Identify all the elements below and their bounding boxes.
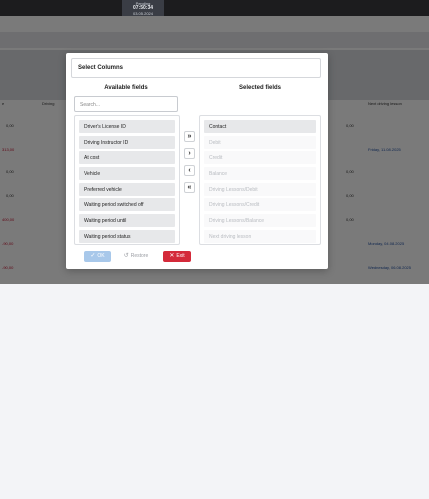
- available-field-item[interactable]: Driver's License ID: [79, 120, 175, 133]
- exit-label: Exit: [176, 253, 185, 259]
- selected-field-item[interactable]: Balance: [204, 167, 316, 180]
- available-field-item[interactable]: Waiting period switched off: [79, 198, 175, 211]
- selected-field-item[interactable]: Debit: [204, 136, 316, 149]
- top-bar: [0, 0, 429, 16]
- selected-fields-list: Contact Debit Credit Balance Driving Les…: [199, 115, 321, 245]
- restore-label: Restore: [130, 253, 149, 259]
- selected-field-item[interactable]: Contact: [204, 120, 316, 133]
- move-all-left-button[interactable]: «: [184, 182, 195, 193]
- search-input[interactable]: Search...: [74, 96, 178, 112]
- available-fields-list: Driver's License ID Driving Instructor I…: [74, 115, 180, 245]
- select-columns-dialog: Select Columns Available fields Selected…: [66, 53, 328, 269]
- selected-field-item[interactable]: Driving Lessons/Credit: [204, 198, 316, 211]
- move-all-right-button[interactable]: »: [184, 131, 195, 142]
- selected-field-item[interactable]: Next driving lesson: [204, 230, 316, 243]
- undo-icon: ↺: [123, 253, 129, 259]
- available-fields-title: Available fields: [104, 85, 148, 91]
- available-field-item[interactable]: Waiting period status: [79, 230, 175, 243]
- available-field-item[interactable]: Vehicle: [79, 167, 175, 180]
- exit-button[interactable]: ✕ Exit: [163, 251, 191, 262]
- move-left-button[interactable]: ‹: [184, 165, 195, 176]
- available-field-item[interactable]: Preferred vehicle: [79, 183, 175, 196]
- ok-label: OK: [97, 253, 105, 259]
- selected-field-item[interactable]: Credit: [204, 151, 316, 164]
- selected-field-item[interactable]: Driving Lessons/Debit: [204, 183, 316, 196]
- restore-button[interactable]: ↺ Restore: [120, 251, 152, 262]
- dialog-title: Select Columns: [71, 58, 321, 78]
- selected-fields-title: Selected fields: [238, 85, 282, 91]
- selected-field-item[interactable]: Driving Lessons/Balance: [204, 214, 316, 227]
- check-icon: ✓: [90, 253, 96, 259]
- available-field-item[interactable]: Waiting period until: [79, 214, 175, 227]
- close-icon: ✕: [169, 253, 175, 259]
- move-right-button[interactable]: ›: [184, 148, 195, 159]
- available-field-item[interactable]: At cost: [79, 151, 175, 164]
- available-field-item[interactable]: Driving Instructor ID: [79, 136, 175, 149]
- ok-button[interactable]: ✓ OK: [84, 251, 111, 262]
